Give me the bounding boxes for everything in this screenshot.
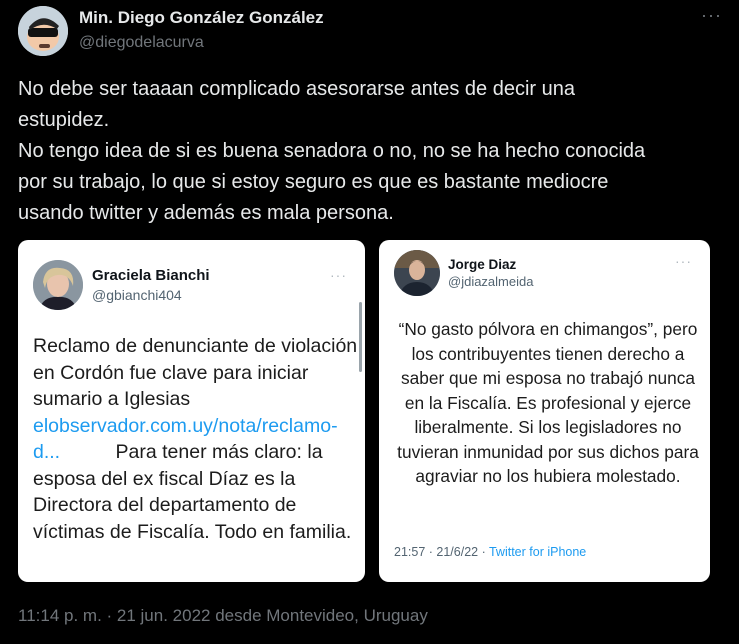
- author-name[interactable]: Min. Diego González González: [79, 8, 324, 28]
- card-timestamp: 21:57 · 21/6/22 · Twitter for iPhone: [394, 545, 586, 559]
- scrollbar: [359, 302, 362, 372]
- media-image-right[interactable]: Jorge Diaz @jdiazalmeida ··· “No gasto p…: [379, 240, 710, 582]
- tweet-text: No debe ser taaaan complicado asesorarse…: [18, 74, 718, 229]
- card-author-name: Jorge Diaz: [448, 257, 517, 272]
- card-text: Reclamo de denunciante de violación en C…: [33, 335, 358, 410]
- more-options-icon[interactable]: ···: [701, 6, 721, 28]
- card-tweet-body: “No gasto pólvora en chimangos”, pero lo…: [397, 319, 699, 486]
- card-author-name: Graciela Bianchi: [92, 267, 210, 284]
- media-grid: Graciela Bianchi @gbianchi404 ··· Reclam…: [18, 240, 710, 582]
- tweet-line: No tengo idea de si es buena senadora o …: [18, 140, 646, 162]
- author-handle[interactable]: @diegodelacurva: [79, 34, 204, 52]
- card-text: Para tener más claro: la esposa del ex f…: [33, 441, 352, 543]
- tweet-line: No debe ser taaaan complicado asesorarse…: [18, 78, 576, 100]
- card-author-handle: @jdiazalmeida: [448, 274, 534, 289]
- card-source: Twitter for iPhone: [488, 545, 587, 559]
- author-avatar[interactable]: [18, 6, 68, 56]
- tweet-line: estupidez.: [18, 109, 110, 131]
- tweet-timestamp[interactable]: 11:14 p. m. · 21 jun. 2022 desde Montevi…: [18, 606, 428, 626]
- card-avatar-icon: [394, 250, 440, 296]
- tweet-line: usando twitter y además es mala persona.: [18, 202, 394, 224]
- media-image-left[interactable]: Graciela Bianchi @gbianchi404 ··· Reclam…: [18, 240, 365, 582]
- card-author-handle: @gbianchi404: [92, 287, 182, 303]
- card-more-icon: ···: [330, 267, 347, 283]
- card-time: 21:57 · 21/6/22 ·: [394, 545, 486, 559]
- card-more-icon: ···: [675, 253, 692, 269]
- card-tweet-body: Reclamo de denunciante de violación en C…: [33, 333, 358, 545]
- tweet-line: por su trabajo, lo que si estoy seguro e…: [18, 171, 609, 193]
- card-avatar-icon: [33, 260, 83, 310]
